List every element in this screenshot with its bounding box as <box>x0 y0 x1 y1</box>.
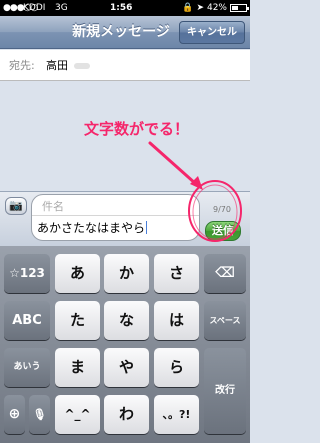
key-ma[interactable]: ま <box>55 348 100 387</box>
key-punctuation[interactable]: 、。?! <box>154 395 199 434</box>
cancel-button[interactable]: キャンセル <box>179 21 245 44</box>
network-type: 3G <box>55 3 68 13</box>
subject-placeholder[interactable]: 件名 <box>42 198 64 214</box>
camera-icon[interactable]: 📷 <box>5 197 27 215</box>
enter-key[interactable]: 改行 <box>204 348 246 434</box>
battery-icon <box>230 4 249 12</box>
carrier-label: KDDI <box>23 3 46 13</box>
globe-icon[interactable]: ⊕ <box>4 395 25 434</box>
send-button[interactable]: 送信 <box>205 221 241 241</box>
recipient-field[interactable]: 宛先: 高田 <box>0 50 250 81</box>
recipient-label: 宛先: <box>9 59 35 72</box>
message-body-text[interactable]: あかさたなはまやら <box>37 219 147 236</box>
status-right: 🔒 ➤ 42% <box>182 0 249 16</box>
key-ha[interactable]: は <box>154 301 199 340</box>
key-number-mode[interactable]: ☆123 <box>4 254 50 293</box>
key-wa[interactable]: わ <box>104 395 149 434</box>
annotation-text: 文字数がでる！ <box>84 120 190 138</box>
key-ka[interactable]: か <box>104 254 149 293</box>
key-ya[interactable]: や <box>104 348 149 387</box>
space-key[interactable]: スペース <box>204 301 246 340</box>
microphone-icon[interactable]: 🎙 <box>29 395 50 434</box>
key-ta[interactable]: た <box>55 301 100 340</box>
key-ra[interactable]: ら <box>154 348 199 387</box>
lock-icon: 🔒 <box>182 3 194 13</box>
character-counter: 9/70 <box>213 205 231 214</box>
location-icon: ➤ <box>196 3 204 13</box>
navigation-bar: 新規メッセージ キャンセル <box>0 16 250 49</box>
battery-percent: 42% <box>206 3 227 13</box>
recipient-name[interactable]: 高田 <box>46 50 68 81</box>
key-emoticon[interactable]: ^_^ <box>55 395 100 434</box>
redacted-name-blur <box>74 63 90 69</box>
japanese-keyboard: ☆123 あ か さ ⌫ ABC た な は スペース あいう ま や ら 改行… <box>0 246 250 443</box>
key-na[interactable]: な <box>104 301 149 340</box>
key-sa[interactable]: さ <box>154 254 199 293</box>
key-kana-mode[interactable]: あいう <box>4 348 50 387</box>
key-alphabet-mode[interactable]: ABC <box>4 301 50 340</box>
clock: 1:56 <box>110 3 133 13</box>
message-input[interactable]: 件名 あかさたなはまやら <box>31 194 200 241</box>
field-divider <box>32 215 199 216</box>
delete-key[interactable]: ⌫ <box>204 254 246 293</box>
key-a[interactable]: あ <box>55 254 100 293</box>
page-title: 新規メッセージ <box>72 24 170 40</box>
status-bar: ●●●○○ KDDI 3G 1:56 🔒 ➤ 42% <box>0 0 250 16</box>
